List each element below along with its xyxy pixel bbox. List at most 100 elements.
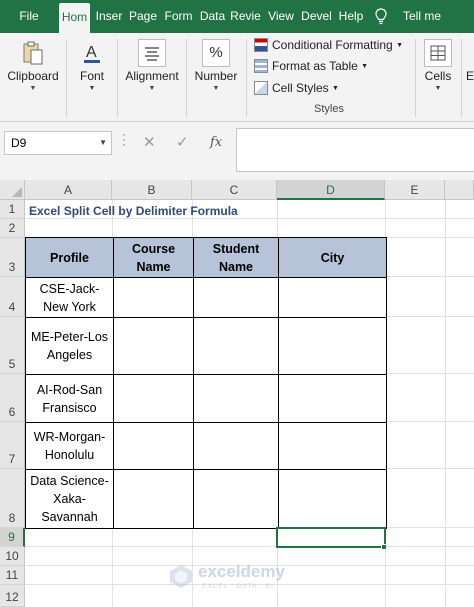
cut-off-group-label[interactable]: E	[466, 69, 474, 83]
conditional-formatting-label: Conditional Formatting	[272, 38, 393, 52]
align-lines-icon	[138, 39, 166, 67]
active-cell-d9[interactable]	[276, 527, 386, 548]
row-header-2[interactable]: 2	[0, 219, 25, 238]
city-cell[interactable]	[278, 277, 387, 318]
student-name-cell[interactable]	[193, 374, 279, 423]
cancel-icon[interactable]: ✕	[143, 131, 156, 155]
tab-help[interactable]: Help	[337, 0, 365, 33]
column-header-e[interactable]: E	[385, 180, 445, 200]
row-header-12[interactable]: 12	[0, 585, 25, 607]
group-divider	[66, 39, 67, 117]
select-all-triangle-icon	[12, 187, 22, 197]
watermark-name: exceldemy	[198, 562, 285, 581]
course-name-cell[interactable]	[113, 374, 194, 423]
exceldemy-watermark: exceldemy EXCEL · DATA · BI	[168, 561, 308, 593]
cells-button[interactable]: Cells ▼	[418, 35, 458, 119]
chevron-down-icon: ▼	[212, 85, 220, 92]
profile-cell[interactable]: AI-Rod-San Fransisco	[25, 374, 114, 423]
tab-developer[interactable]: Devel	[301, 0, 332, 33]
tab-review[interactable]: Revie	[230, 0, 261, 33]
course-name-cell[interactable]	[113, 277, 194, 318]
group-divider	[461, 39, 462, 117]
course-name-cell[interactable]	[113, 422, 194, 470]
enter-icon[interactable]: ✓	[176, 131, 189, 155]
formula-input[interactable]	[236, 128, 474, 172]
row-header-11[interactable]: 11	[0, 566, 25, 585]
city-cell[interactable]	[278, 374, 387, 423]
cell-styles-button[interactable]: Cell Styles ▼	[254, 78, 339, 98]
column-header-d[interactable]: D	[277, 180, 385, 200]
cells-icon	[424, 39, 452, 67]
header-student-name[interactable]: Student Name	[193, 237, 279, 278]
course-name-cell[interactable]	[113, 317, 194, 375]
column-header-b[interactable]: B	[112, 180, 192, 200]
chevron-down-icon: ▼	[99, 138, 107, 147]
conditional-formatting-button[interactable]: Conditional Formatting ▼	[254, 35, 403, 55]
name-box-value: D9	[11, 136, 27, 150]
student-name-cell[interactable]	[193, 469, 279, 529]
table-row: WR-Morgan-Honolulu	[25, 422, 387, 470]
student-name-cell[interactable]	[193, 317, 279, 375]
row-header-9[interactable]: 9	[0, 528, 25, 547]
column-header-c[interactable]: C	[192, 180, 277, 200]
chevron-down-icon: ▼	[88, 85, 96, 92]
header-profile[interactable]: Profile	[25, 237, 114, 278]
row-header-10[interactable]: 10	[0, 547, 25, 566]
tab-data[interactable]: Data	[199, 0, 226, 33]
row-header-1[interactable]: 1	[0, 200, 25, 219]
profile-cell[interactable]: WR-Morgan-Honolulu	[25, 422, 114, 470]
lightbulb-icon[interactable]	[372, 0, 390, 33]
splitter-dots-icon[interactable]: ⋮	[117, 132, 131, 146]
tab-home[interactable]: Hom	[59, 3, 90, 33]
student-name-cell[interactable]	[193, 422, 279, 470]
tell-me-search[interactable]: Tell me	[398, 0, 446, 33]
chevron-down-icon: ▼	[148, 85, 156, 92]
tab-file[interactable]: File	[14, 0, 44, 33]
watermark-tagline: EXCEL · DATA · BI	[202, 583, 274, 590]
header-city[interactable]: City	[278, 237, 387, 278]
font-button[interactable]: A Font ▼	[68, 35, 116, 119]
row-header-6[interactable]: 6	[0, 374, 25, 422]
row-header-5[interactable]: 5	[0, 317, 25, 374]
profile-cell[interactable]: Data Science-Xaka-Savannah	[25, 469, 114, 529]
fill-handle[interactable]	[381, 544, 387, 550]
tab-view[interactable]: View	[266, 0, 296, 33]
tab-page-layout[interactable]: Page	[128, 0, 158, 33]
data-table: Profile Course Name Student Name City CS…	[25, 237, 387, 529]
worksheet-grid[interactable]: A B C D E 1 2 3 4 5 6 7 8 9 10 11 12 Exc…	[0, 180, 474, 607]
chevron-down-icon: ▼	[434, 85, 442, 92]
insert-function-icon[interactable]: fx	[210, 131, 222, 155]
table-row: CSE-Jack-New York	[25, 277, 387, 318]
cell-styles-label: Cell Styles	[272, 81, 329, 95]
header-course-name[interactable]: Course Name	[113, 237, 194, 278]
student-name-cell[interactable]	[193, 277, 279, 318]
number-button[interactable]: % Number ▼	[188, 35, 244, 119]
tab-formulas[interactable]: Form	[163, 0, 194, 33]
row-header-7[interactable]: 7	[0, 422, 25, 469]
row-header-3[interactable]: 3	[0, 238, 25, 277]
row-header-8[interactable]: 8	[0, 469, 25, 528]
profile-cell[interactable]: ME-Peter-Los Angeles	[25, 317, 114, 375]
sheet-title[interactable]: Excel Split Cell by Delimiter Formula	[29, 202, 238, 220]
profile-cell[interactable]: CSE-Jack-New York	[25, 277, 114, 318]
clipboard-button[interactable]: Clipboard ▼	[2, 35, 64, 119]
name-box[interactable]: D9 ▼	[4, 131, 112, 155]
conditional-formatting-icon	[254, 38, 268, 52]
cell-styles-icon	[254, 81, 268, 95]
select-all-corner[interactable]	[0, 180, 25, 200]
row-header-4[interactable]: 4	[0, 277, 25, 317]
city-cell[interactable]	[278, 469, 387, 529]
column-header-a[interactable]: A	[25, 180, 112, 200]
group-divider	[186, 39, 187, 117]
chevron-down-icon: ▼	[396, 42, 404, 49]
ribbon-home: Clipboard ▼ A Font ▼ Alignment ▼ % Numbe…	[0, 33, 474, 122]
tab-insert[interactable]: Inser	[94, 0, 124, 33]
course-name-cell[interactable]	[113, 469, 194, 529]
alignment-button[interactable]: Alignment ▼	[119, 35, 185, 119]
table-row: AI-Rod-San Fransisco	[25, 374, 387, 423]
city-cell[interactable]	[278, 317, 387, 375]
format-as-table-button[interactable]: Format as Table ▼	[254, 56, 368, 76]
city-cell[interactable]	[278, 422, 387, 470]
column-header-f[interactable]	[445, 180, 474, 200]
table-header-row: Profile Course Name Student Name City	[25, 237, 387, 278]
